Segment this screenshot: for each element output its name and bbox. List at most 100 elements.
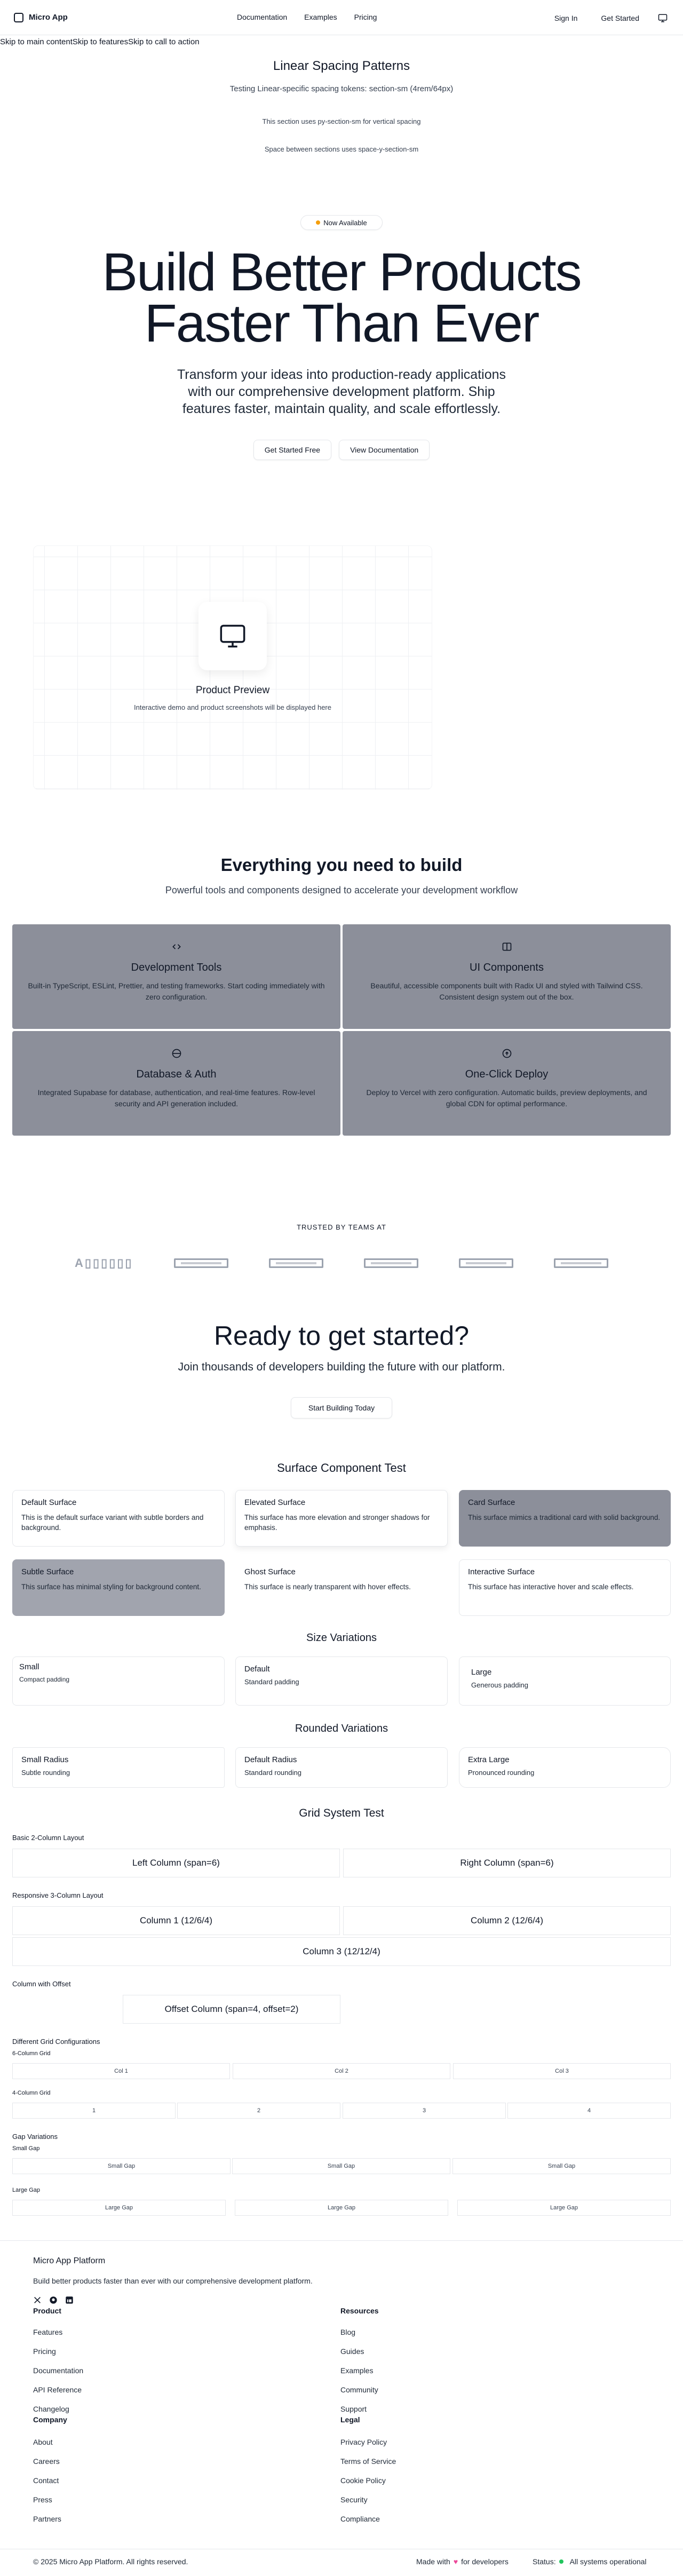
footer-company-head: Company [33, 2415, 67, 2424]
skip-cta-link[interactable]: Skip to call to action [128, 37, 199, 46]
status-value: All systems operational [569, 2557, 647, 2566]
badge-label: Now Available [323, 218, 367, 227]
theme-monitor-icon[interactable] [656, 12, 669, 25]
feature-desc: Integrated Supabase for database, authen… [37, 1088, 315, 1108]
four-col-label: 4-Column Grid [12, 2090, 51, 2096]
hero-title-line1: Build Better Products [102, 242, 582, 302]
ghost-surface-card[interactable]: Ghost Surface This surface is nearly tra… [235, 1559, 448, 1616]
footer-link[interactable]: About [33, 2438, 53, 2446]
feature-card-one-click-deploy: One-Click Deploy Deploy to Vercel with z… [343, 1031, 671, 1136]
footer-link[interactable]: Documentation [33, 2366, 83, 2375]
x-icon[interactable] [33, 2296, 42, 2306]
small-gap-label: Small Gap [12, 2145, 40, 2152]
footer-tagline: Build better products faster than ever w… [33, 2277, 313, 2285]
get-started-free-button[interactable]: Get Started Free [253, 440, 332, 460]
skip-main-link[interactable]: Skip to main content [0, 37, 73, 46]
card-desc: Standard padding [244, 1678, 299, 1686]
card-desc: This surface mimics a traditional card w… [468, 1513, 661, 1521]
footer-link[interactable]: Partners [33, 2515, 61, 2523]
small-radius-card: Small Radius Subtle rounding [12, 1747, 225, 1788]
large-size-card: Large Generous padding [459, 1656, 671, 1706]
footer-link[interactable]: Cookie Policy [340, 2476, 386, 2485]
footer-link[interactable]: Features [33, 2328, 62, 2336]
subtle-surface-card: Subtle Surface This surface has minimal … [12, 1559, 225, 1616]
footer-link[interactable]: Changelog [33, 2405, 69, 2413]
card-title: Small Radius [21, 1755, 69, 1764]
features-subtitle: Powerful tools and components designed t… [165, 885, 518, 895]
hero-title-line2: Faster Than Ever [144, 294, 540, 353]
trusted-label: TRUSTED BY TEAMS AT [297, 1223, 386, 1231]
column-2: Column 2 (12/6/4) [343, 1906, 671, 1935]
company-logo [458, 1258, 513, 1268]
feature-card-dev-tools: Development Tools Built-in TypeScript, E… [12, 924, 340, 1029]
card-title: Subtle Surface [21, 1567, 74, 1576]
preview-icon-box [198, 602, 267, 670]
small-size-card: Small Compact padding [12, 1656, 225, 1706]
cta-subtitle: Join thousands of developers building th… [178, 1361, 505, 1373]
footer-product-head: Product [33, 2306, 61, 2315]
made-with: Made with ♥ for developers [416, 2557, 509, 2566]
grid-title: Grid System Test [299, 1807, 384, 1819]
footer-link[interactable]: Pricing [33, 2347, 56, 2356]
footer-link[interactable]: Security [340, 2495, 368, 2504]
footer-brand: Micro App Platform [33, 2256, 106, 2265]
xl-radius-card: Extra Large Pronounced rounding [459, 1747, 671, 1788]
grid-cell: Small Gap [232, 2158, 450, 2174]
interactive-surface-card[interactable]: Interactive Surface This surface has int… [459, 1559, 671, 1616]
footer-link[interactable]: Examples [340, 2366, 373, 2375]
footer-link[interactable]: Blog [340, 2328, 355, 2336]
grid-cell: Col 2 [233, 2063, 450, 2079]
card-desc: Generous padding [471, 1681, 528, 1689]
footer-link[interactable]: Terms of Service [340, 2457, 396, 2466]
grid-cell: 2 [177, 2103, 340, 2119]
sign-in-button[interactable]: Sign In [548, 10, 584, 27]
nav-documentation[interactable]: Documentation [237, 13, 287, 21]
card-desc: This surface has minimal styling for bac… [21, 1583, 201, 1591]
footer-link[interactable]: Careers [33, 2457, 60, 2466]
grid-cell: Large Gap [12, 2200, 226, 2216]
footer-legal-head: Legal [340, 2415, 360, 2424]
start-building-button[interactable]: Start Building Today [291, 1397, 392, 1418]
cloud-upload-icon [343, 1047, 671, 1060]
now-available-badge: Now Available [300, 215, 383, 230]
footer-link[interactable]: Contact [33, 2476, 59, 2485]
nav-examples[interactable]: Examples [304, 13, 337, 21]
skip-features-link[interactable]: Skip to features [73, 37, 128, 46]
features-grid: Development Tools Built-in TypeScript, E… [12, 924, 671, 1136]
default-radius-card: Default Radius Standard rounding [235, 1747, 448, 1788]
trusted-logos: A▯▯▯▯▯▯ [75, 1256, 608, 1270]
footer-link[interactable]: Compliance [340, 2515, 380, 2523]
brand[interactable]: Micro App [14, 12, 68, 22]
nav-pricing[interactable]: Pricing [354, 13, 377, 21]
footer-link[interactable]: Privacy Policy [340, 2438, 387, 2446]
linkedin-icon[interactable] [65, 2296, 74, 2306]
company-logo [363, 1258, 418, 1268]
get-started-button[interactable]: Get Started [593, 10, 647, 27]
cta-title: Ready to get started? [213, 1321, 470, 1351]
view-documentation-button[interactable]: View Documentation [339, 440, 430, 460]
sizes-title: Size Variations [306, 1632, 377, 1644]
grid-offset-label: Column with Offset [12, 1980, 71, 1988]
footer-resources-head: Resources [340, 2306, 379, 2315]
left-column: Left Column (span=6) [12, 1849, 340, 1877]
code-icon [12, 940, 340, 953]
grid-cell: 4 [507, 2103, 671, 2119]
skip-links: Skip to main contentSkip to featuresSkip… [0, 37, 200, 46]
company-logo [554, 1258, 608, 1268]
github-icon[interactable] [49, 2296, 58, 2306]
card-title: Large [471, 1668, 492, 1677]
footer-link[interactable]: Press [33, 2495, 52, 2504]
card-title: Default Surface [21, 1498, 77, 1507]
footer-link[interactable]: Guides [340, 2347, 364, 2356]
feature-desc: Built-in TypeScript, ESLint, Prettier, a… [28, 981, 325, 1001]
footer-link[interactable]: Support [340, 2405, 367, 2413]
card-desc: Subtle rounding [21, 1769, 70, 1777]
footer-link[interactable]: API Reference [33, 2385, 82, 2394]
footer-link[interactable]: Community [340, 2385, 378, 2394]
app-name: Micro App [29, 13, 68, 22]
card-title: Small [19, 1662, 39, 1671]
column-3: Column 3 (12/12/4) [12, 1937, 671, 1966]
grid-cell: 1 [12, 2103, 176, 2119]
default-size-card: Default Standard padding [235, 1656, 448, 1706]
company-logo [268, 1258, 323, 1268]
